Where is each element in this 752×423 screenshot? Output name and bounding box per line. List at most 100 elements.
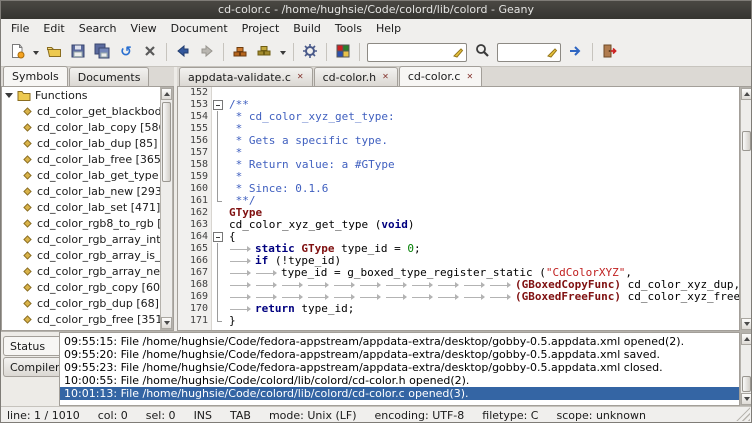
code-area[interactable]: /** * cd_color_xyz_get_type: * * Gets a … [225, 87, 739, 330]
find-button[interactable] [470, 40, 494, 64]
symbol-item[interactable]: cd_color_rgb_copy [606] [2, 279, 173, 295]
menu-help[interactable]: Help [369, 20, 408, 37]
code-line[interactable] [229, 87, 739, 99]
scroll-down-button[interactable] [161, 317, 172, 329]
toolbar-separator [293, 43, 294, 61]
menu-build[interactable]: Build [286, 20, 328, 37]
entry-clear-icon[interactable] [546, 47, 558, 59]
line-number: 159 [178, 171, 208, 183]
scroll-up-button[interactable] [161, 88, 172, 100]
fold-marker[interactable] [212, 231, 225, 243]
symbol-item[interactable]: cd_color_rgb_array_new [896] [2, 263, 173, 279]
new-file-dropdown-button[interactable] [29, 40, 42, 64]
color-chooser-button[interactable] [331, 40, 355, 64]
message-tab-status[interactable]: Status [3, 336, 59, 356]
editor-tab-appdata-validate.c[interactable]: appdata-validate.c✕ [179, 67, 313, 86]
goto-line-button[interactable] [564, 40, 588, 64]
menu-tools[interactable]: Tools [328, 20, 369, 37]
tree-expander-icon[interactable] [5, 93, 13, 102]
back-arrow-icon [175, 43, 191, 62]
tab-whitespace-icon [411, 279, 437, 291]
status-message-row[interactable]: 09:55:20: File /home/hughsie/Code/fedora… [60, 348, 739, 361]
save-all-button[interactable] [90, 40, 114, 64]
symbol-item[interactable]: cd_color_rgb8_to_rgb [626] [2, 215, 173, 231]
tab-whitespace-icon [359, 279, 385, 291]
entry-clear-icon[interactable] [452, 47, 464, 59]
code-line[interactable]: } [229, 315, 739, 327]
execute-button[interactable] [298, 40, 322, 64]
save-all-icon [94, 43, 110, 62]
quit-button[interactable] [597, 40, 621, 64]
code-line[interactable]: * Gets a specific type. [229, 135, 739, 147]
compile-button[interactable] [228, 40, 252, 64]
build-button[interactable] [252, 40, 276, 64]
scroll-down-button[interactable] [741, 318, 752, 330]
symbol-item[interactable]: cd_color_lab_get_type [203] [2, 167, 173, 183]
status-message-row[interactable]: 10:01:13: File /home/hughsie/Code/colord… [60, 387, 739, 400]
tab-close-icon[interactable]: ✕ [382, 73, 389, 81]
new-file-button[interactable] [5, 40, 29, 64]
menu-project[interactable]: Project [235, 20, 287, 37]
line-number: 160 [178, 183, 208, 195]
editor[interactable]: 1521531541551561571581591601611621631641… [177, 87, 740, 331]
scroll-down-button[interactable] [741, 393, 752, 405]
symbol-item[interactable]: cd_color_get_blackbody_rgb [97 [2, 103, 173, 119]
status-message-row[interactable]: 10:00:55: File /home/hughsie/Code/colord… [60, 374, 739, 387]
symbol-item[interactable]: cd_color_rgb_dup [68] [2, 295, 173, 311]
menu-view[interactable]: View [124, 20, 164, 37]
line-number: 155 [178, 123, 208, 135]
code-line[interactable]: * Since: 0.1.6 [229, 183, 739, 195]
scrollbar-thumb[interactable] [162, 102, 171, 182]
tab-whitespace-icon [281, 291, 307, 303]
symbol-item[interactable]: cd_color_rgb_array_is_monotonic [2, 247, 173, 263]
open-file-button[interactable] [42, 40, 66, 64]
symbols-root-row[interactable]: Functions [2, 87, 173, 103]
resize-grip[interactable] [736, 407, 750, 421]
symbol-item[interactable]: cd_color_lab_set [471] [2, 199, 173, 215]
sidebar-tab-symbols[interactable]: Symbols [3, 66, 68, 86]
menu-edit[interactable]: Edit [36, 20, 71, 37]
tab-close-icon[interactable]: ✕ [466, 73, 473, 81]
scrollbar-thumb[interactable] [742, 131, 751, 151]
tab-close-icon[interactable]: ✕ [297, 73, 304, 81]
scrollbar-thumb[interactable] [742, 376, 751, 392]
scroll-up-button[interactable] [741, 333, 752, 345]
status-message-row[interactable]: 09:55:23: File /home/hughsie/Code/fedora… [60, 361, 739, 374]
symbol-item[interactable]: cd_color_lab_free [365] [2, 151, 173, 167]
revert-button[interactable]: ↺ [114, 40, 138, 64]
code-line[interactable]: **/ [229, 195, 739, 207]
sidebar-tab-documents[interactable]: Documents [69, 67, 150, 86]
fold-marker[interactable] [212, 99, 225, 111]
forward-arrow-icon [199, 43, 215, 62]
forward-button[interactable] [195, 40, 219, 64]
code-line[interactable]: return type_id; [229, 303, 739, 315]
close-button[interactable] [138, 40, 162, 64]
new-file-icon [9, 43, 25, 62]
symbol-item[interactable]: cd_color_lab_new [293] [2, 183, 173, 199]
code-line[interactable]: cd_color_xyz_get_type (void) [229, 219, 739, 231]
message-scrollbar[interactable] [740, 332, 752, 406]
message-tab-compiler[interactable]: Compiler [3, 357, 59, 377]
fold-marker [212, 291, 225, 303]
build-dropdown-button[interactable] [276, 40, 289, 64]
code-line[interactable]: * Return value: a #GType [229, 159, 739, 171]
symbol-item[interactable]: cd_color_lab_dup [85] [2, 135, 173, 151]
menu-document[interactable]: Document [164, 20, 235, 37]
symbol-item[interactable]: cd_color_rgb_array_interpolate [9 [2, 231, 173, 247]
tab-whitespace-icon [281, 279, 307, 291]
back-button[interactable] [171, 40, 195, 64]
sidebar-scrollbar[interactable] [160, 87, 173, 330]
symbol-item[interactable]: cd_color_lab_copy [586] [2, 119, 173, 135]
editor-scrollbar[interactable] [740, 87, 752, 331]
code-line[interactable]: * cd_color_xyz_get_type: [229, 111, 739, 123]
symbol-item[interactable]: cd_color_rgb_free [351] [2, 311, 173, 327]
menu-file[interactable]: File [4, 20, 36, 37]
editor-tab-cd-color.c[interactable]: cd-color.c✕ [399, 66, 482, 86]
gear-icon [302, 43, 318, 62]
scroll-up-button[interactable] [741, 88, 752, 100]
save-button[interactable] [66, 40, 90, 64]
code-line[interactable]: (GBoxedFreeFunc) cd_color_xyz_free); [229, 291, 739, 303]
menu-search[interactable]: Search [72, 20, 124, 37]
editor-tab-cd-color.h[interactable]: cd-color.h✕ [314, 67, 398, 86]
status-message-row[interactable]: 09:55:15: File /home/hughsie/Code/fedora… [60, 335, 739, 348]
